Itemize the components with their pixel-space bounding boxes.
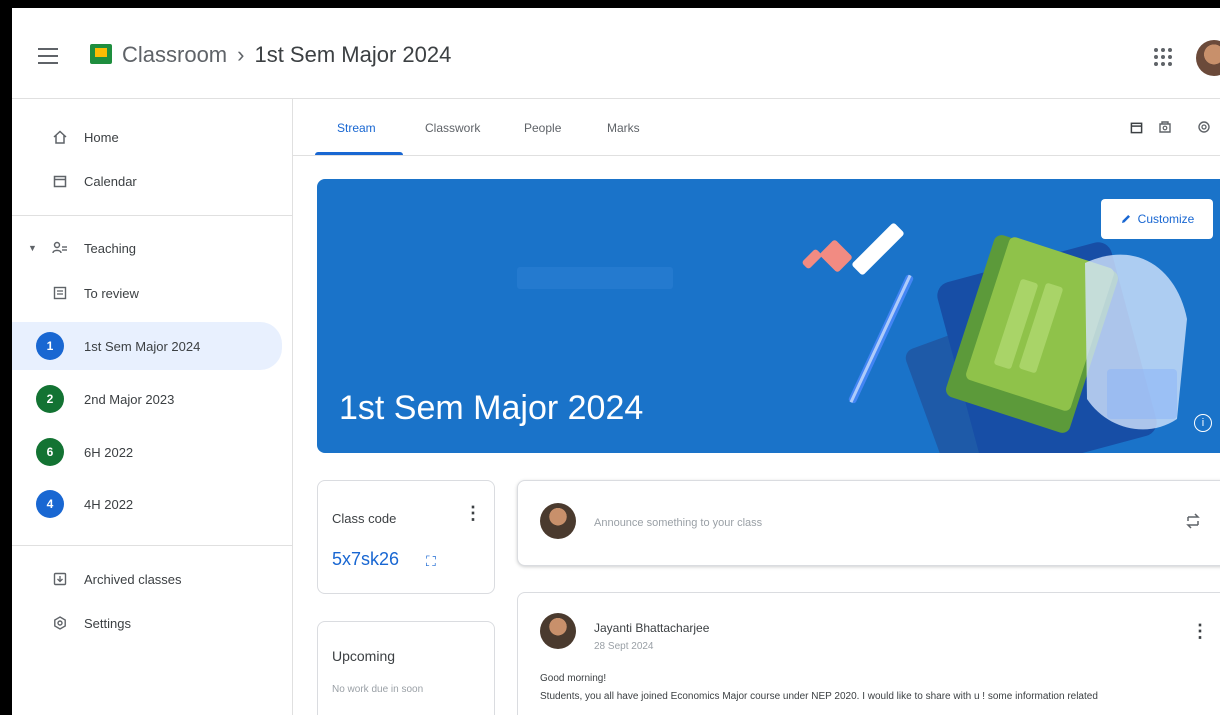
pencil-icon <box>1121 215 1130 223</box>
menu-line <box>38 48 58 50</box>
class-banner: Customize 1st Sem Major 2024 i <box>317 179 1220 453</box>
sidebar-divider <box>12 545 292 546</box>
class-badge: 1 <box>36 332 64 360</box>
sidebar-item-label: Archived classes <box>84 571 182 587</box>
gear-icon <box>52 615 68 631</box>
class-tabs: Stream Classwork People Marks <box>293 99 1220 156</box>
post-author: Jayanti Bhattacharjee <box>594 621 710 635</box>
customize-label: Customize <box>1137 212 1195 226</box>
upcoming-empty-text: No work due in soon <box>332 684 424 695</box>
sidebar: Home Calendar ▼ Teaching To review 1 1st… <box>12 99 293 715</box>
breadcrumb-class-title[interactable]: 1st Sem Major 2024 <box>254 42 451 67</box>
account-avatar[interactable] <box>1196 40 1220 76</box>
class-badge: 2 <box>36 385 64 413</box>
post-date: 28 Sept 2024 <box>594 641 654 652</box>
people-icon <box>52 240 68 256</box>
announce-input[interactable]: Announce something to your class <box>594 517 762 529</box>
to-review-icon <box>52 285 68 301</box>
calendar-icon <box>52 173 68 189</box>
breadcrumb-separator: › <box>237 42 245 67</box>
sidebar-item-label: To review <box>84 285 139 301</box>
sidebar-divider <box>12 215 292 216</box>
sidebar-item-to-review[interactable]: To review <box>12 271 282 315</box>
active-tab-indicator <box>315 152 403 155</box>
calendar-icon[interactable] <box>1128 119 1144 135</box>
sidebar-item-class-4[interactable]: 4 4H 2022 <box>12 480 282 528</box>
upcoming-title: Upcoming <box>332 648 396 664</box>
sidebar-item-class-2[interactable]: 2 2nd Major 2023 <box>12 375 282 423</box>
menu-line <box>38 62 58 64</box>
breadcrumb-app-link[interactable]: Classroom <box>122 42 227 67</box>
fullscreen-icon[interactable]: ⛶ <box>426 553 436 570</box>
drive-folder-icon[interactable] <box>1157 119 1173 135</box>
tab-stream[interactable]: Stream <box>337 121 376 135</box>
menu-line <box>38 55 58 57</box>
customize-button[interactable]: Customize <box>1101 199 1213 239</box>
class-code-label: Class code <box>332 511 397 526</box>
sidebar-item-class-1[interactable]: 1 1st Sem Major 2024 <box>12 322 282 370</box>
sidebar-item-archived[interactable]: Archived classes <box>12 557 282 601</box>
tab-classwork[interactable]: Classwork <box>425 121 480 135</box>
sidebar-item-label: Calendar <box>84 173 137 189</box>
main-menu-button[interactable] <box>38 48 58 68</box>
expand-caret-icon[interactable]: ▼ <box>28 243 37 253</box>
announce-card[interactable]: Announce something to your class <box>517 480 1220 566</box>
google-apps-icon[interactable] <box>1154 48 1172 66</box>
sidebar-item-label: 1st Sem Major 2024 <box>84 338 201 354</box>
sidebar-item-label: Home <box>84 129 119 145</box>
sidebar-item-settings[interactable]: Settings <box>12 601 282 645</box>
class-badge: 6 <box>36 438 64 466</box>
post-body: Students, you all have joined Economics … <box>540 691 1098 702</box>
class-code-card: Class code ⋮ 5x7sk26 ⛶ <box>317 480 495 594</box>
sidebar-item-label: 2nd Major 2023 <box>84 391 175 407</box>
sidebar-item-label: Teaching <box>84 240 137 256</box>
home-icon <box>52 129 68 145</box>
sidebar-item-label: 4H 2022 <box>84 496 134 512</box>
info-icon[interactable]: i <box>1194 414 1212 432</box>
more-options-icon[interactable]: ⋮ <box>1191 621 1209 642</box>
sidebar-item-class-3[interactable]: 6 6H 2022 <box>12 428 282 476</box>
sidebar-item-label: Settings <box>84 615 131 631</box>
banner-class-title: 1st Sem Major 2024 <box>339 389 644 427</box>
class-badge: 4 <box>36 490 64 518</box>
class-code-value[interactable]: 5x7sk26 <box>332 549 399 570</box>
gear-icon[interactable] <box>1196 119 1212 135</box>
app-window: Classroom › 1st Sem Major 2024 Home Calend… <box>12 8 1220 715</box>
repost-icon[interactable] <box>1185 509 1201 533</box>
archive-icon <box>52 571 68 587</box>
breadcrumb: Classroom › 1st Sem Major 2024 <box>122 42 451 68</box>
user-avatar <box>540 503 576 539</box>
top-app-bar: Classroom › 1st Sem Major 2024 <box>12 8 1220 99</box>
post-greeting: Good morning! <box>540 673 607 684</box>
post-card: Jayanti Bhattacharjee 28 Sept 2024 ⋮ Goo… <box>517 592 1220 715</box>
sidebar-item-home[interactable]: Home <box>12 115 282 159</box>
tab-marks[interactable]: Marks <box>607 121 640 135</box>
classroom-logo-icon[interactable] <box>90 44 112 64</box>
more-options-icon[interactable]: ⋮ <box>464 503 482 524</box>
sidebar-item-teaching[interactable]: ▼ Teaching <box>12 226 282 270</box>
sidebar-item-calendar[interactable]: Calendar <box>12 159 282 203</box>
sidebar-item-label: 6H 2022 <box>84 444 134 460</box>
upcoming-card: Upcoming No work due in soon <box>317 621 495 715</box>
tab-people[interactable]: People <box>524 121 561 135</box>
author-avatar <box>540 613 576 649</box>
